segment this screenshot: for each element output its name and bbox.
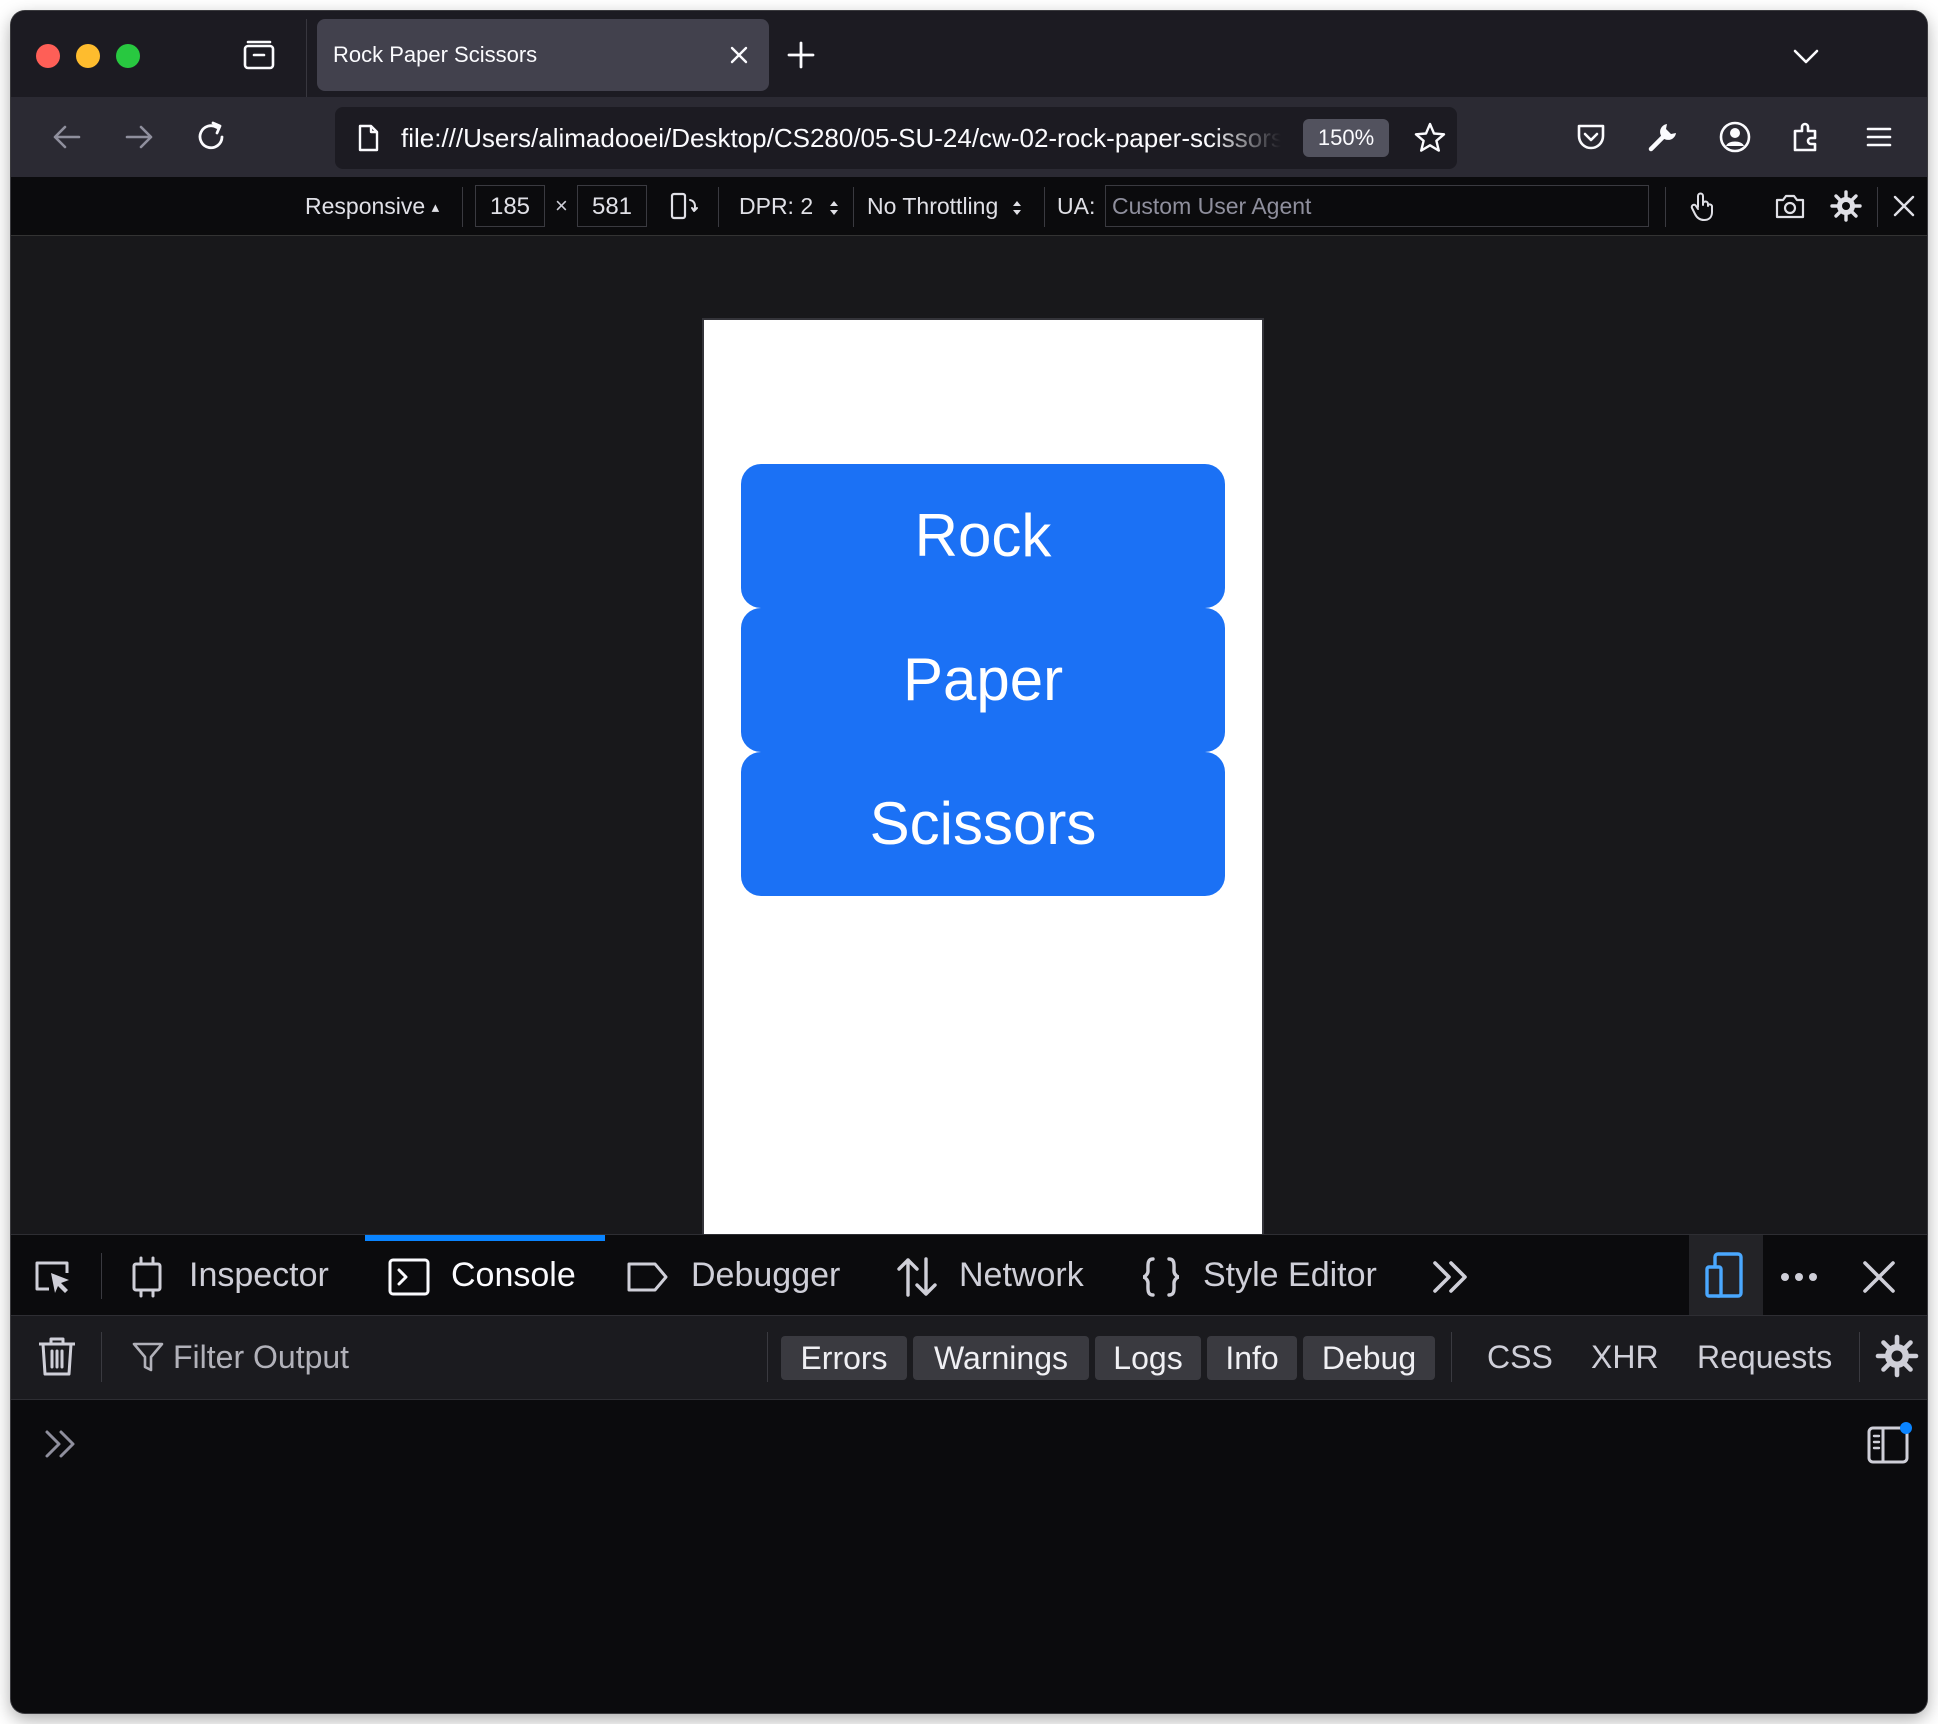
devtools-divider: [101, 1253, 102, 1299]
console-divider: [1859, 1332, 1860, 1382]
network-icon: [895, 1255, 939, 1299]
filter-output-input[interactable]: Filter Output: [173, 1316, 349, 1398]
sidebar-icon[interactable]: [1865, 1420, 1913, 1468]
dimension-separator: ×: [555, 193, 568, 218]
debugger-icon: [625, 1255, 669, 1299]
viewport-width-input[interactable]: 185: [475, 185, 545, 227]
tab-active[interactable]: Rock Paper Scissors: [317, 19, 769, 91]
paper-button[interactable]: Paper: [741, 608, 1225, 752]
responsive-design-toolbar: Responsive ▴ 185 × 581 DPR: 2 No Throttl…: [11, 177, 1927, 236]
tab-strip: Rock Paper Scissors: [11, 11, 1927, 97]
responsive-mode-toggle[interactable]: [1689, 1235, 1763, 1315]
gear-icon[interactable]: [1829, 189, 1863, 223]
rdm-divider: [718, 187, 719, 227]
close-icon[interactable]: [1887, 189, 1921, 223]
device-selector-label: Responsive: [305, 193, 426, 219]
tab-list-icon[interactable]: [241, 37, 277, 73]
device-viewport: Rock Paper Scissors: [704, 320, 1262, 1236]
updown-icon: ▴: [431, 198, 440, 216]
hamburger-icon[interactable]: [1859, 117, 1899, 157]
rdm-divider: [853, 187, 854, 227]
close-window-button[interactable]: [36, 44, 60, 68]
maximize-window-button[interactable]: [116, 44, 140, 68]
puzzle-icon[interactable]: [1787, 117, 1827, 157]
device-selector[interactable]: Responsive ▴: [305, 177, 439, 235]
console-divider: [101, 1332, 102, 1382]
console-output[interactable]: [11, 1400, 1927, 1713]
rdm-divider: [1877, 187, 1878, 227]
filter-xhr-button[interactable]: XHR: [1591, 1316, 1659, 1398]
filter-logs-button[interactable]: Logs: [1095, 1336, 1201, 1380]
tab-console[interactable]: Console: [451, 1235, 576, 1315]
dpr-selector[interactable]: DPR: 2: [739, 177, 840, 235]
console-divider: [767, 1332, 768, 1382]
navigation-bar: file:///Users/alimadooei/Desktop/CS280/0…: [11, 97, 1927, 177]
tab-debugger[interactable]: Debugger: [691, 1235, 840, 1315]
touch-icon[interactable]: [1685, 189, 1719, 223]
scissors-button[interactable]: Scissors: [741, 752, 1225, 896]
trash-icon[interactable]: [35, 1334, 79, 1378]
close-icon[interactable]: [727, 43, 751, 67]
rdm-divider: [1665, 187, 1666, 227]
tab-inspector[interactable]: Inspector: [189, 1235, 329, 1315]
reload-icon[interactable]: [191, 117, 231, 157]
double-chevron-icon: [41, 1424, 81, 1464]
zoom-level-badge[interactable]: 150%: [1303, 119, 1389, 157]
filter-warnings-button[interactable]: Warnings: [913, 1336, 1089, 1380]
user-agent-input[interactable]: Custom User Agent: [1105, 185, 1649, 227]
console-icon: [387, 1255, 431, 1299]
inspector-icon: [125, 1255, 169, 1299]
gear-icon[interactable]: [1875, 1334, 1919, 1378]
filter-icon: [131, 1340, 165, 1374]
updown-icon: [1012, 200, 1021, 215]
rock-button[interactable]: Rock: [741, 464, 1225, 608]
chevron-down-icon[interactable]: [1791, 41, 1821, 71]
throttling-selector[interactable]: No Throttling: [867, 177, 1023, 235]
more-options-icon[interactable]: [1777, 1255, 1821, 1299]
pocket-icon[interactable]: [1571, 117, 1611, 157]
filter-requests-button[interactable]: Requests: [1697, 1316, 1832, 1398]
throttling-label: No Throttling: [867, 193, 999, 219]
wrench-icon[interactable]: [1643, 117, 1683, 157]
viewport-height-input[interactable]: 581: [577, 185, 647, 227]
responsive-viewport-area: Rock Paper Scissors: [11, 236, 1927, 1236]
rotate-device-icon[interactable]: [667, 189, 701, 223]
star-icon[interactable]: [1413, 121, 1447, 155]
rdm-divider: [1044, 187, 1045, 227]
page-icon: [353, 123, 383, 153]
account-icon[interactable]: [1715, 117, 1755, 157]
url-bar[interactable]: file:///Users/alimadooei/Desktop/CS280/0…: [335, 107, 1457, 169]
minimize-window-button[interactable]: [76, 44, 100, 68]
console-divider: [1451, 1332, 1452, 1382]
filter-info-button[interactable]: Info: [1207, 1336, 1297, 1380]
plus-icon[interactable]: [785, 39, 817, 71]
url-text[interactable]: file:///Users/alimadooei/Desktop/CS280/0…: [401, 107, 1281, 169]
rdm-divider: [462, 187, 463, 227]
tab-style-editor[interactable]: Style Editor: [1203, 1235, 1377, 1315]
tab-strip-divider: [306, 19, 307, 97]
ua-label: UA:: [1057, 193, 1096, 219]
arrow-left-icon[interactable]: [47, 117, 87, 157]
camera-icon[interactable]: [1773, 189, 1807, 223]
responsive-mode-icon: [1705, 1252, 1743, 1298]
filter-errors-button[interactable]: Errors: [781, 1336, 907, 1380]
dpr-label: DPR: 2: [739, 193, 814, 219]
devtools-tab-bar: Inspector Console Debugger Network Style…: [11, 1234, 1927, 1316]
close-icon[interactable]: [1857, 1255, 1901, 1299]
tab-title: Rock Paper Scissors: [333, 42, 538, 67]
console-toolbar: Filter Output Errors Warnings Logs Info …: [11, 1316, 1927, 1400]
arrow-right-icon[interactable]: [119, 117, 159, 157]
style-editor-icon: [1139, 1255, 1183, 1299]
browser-window: Rock Paper Scissors file:///Users/alimad…: [11, 11, 1927, 1713]
tab-network[interactable]: Network: [959, 1235, 1084, 1315]
element-picker-icon[interactable]: [31, 1255, 75, 1299]
filter-debug-button[interactable]: Debug: [1303, 1336, 1435, 1380]
filter-css-button[interactable]: CSS: [1487, 1316, 1553, 1398]
more-tabs-icon[interactable]: [1429, 1255, 1473, 1299]
updown-icon: [829, 200, 838, 215]
